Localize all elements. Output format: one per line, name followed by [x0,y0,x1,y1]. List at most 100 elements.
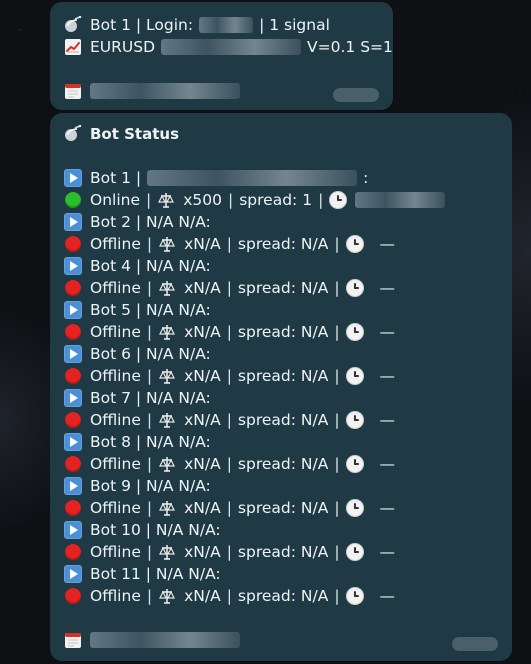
bot-row-status: Offline | xN/A | spread: N/A | — [64,409,395,431]
bot-label: Bot 2 | N/A N/A: [90,213,211,231]
leverage: xN/A [184,279,221,297]
separator: | [146,543,153,561]
bot-row-status: Offline | xN/A | spread: N/A | — [64,365,395,387]
separator: | [334,455,340,473]
separator: | [226,499,232,517]
separator: | [334,499,340,517]
bot-label: Bot 11 | N/A N/A: [90,565,221,583]
bot-status: Offline [90,499,141,517]
spread: spread: N/A [237,499,329,517]
bot-row-title: Bot 9 | N/A N/A: [64,475,211,497]
play-button-icon [64,169,82,187]
separator: | [226,235,232,253]
separator: | [146,367,153,385]
separator: | [226,543,232,561]
bot-row-title: Bot 10 | N/A N/A: [64,519,221,541]
bot-row-title: Bot 11 | N/A N/A: [64,563,221,585]
play-button-icon [64,433,82,451]
redacted-date [90,83,240,99]
bot-row-title: Bot 5 | N/A N/A: [64,299,211,321]
separator: | [226,279,232,297]
spread: spread: N/A [237,587,329,605]
red-circle-icon [64,367,82,385]
play-button-icon [64,389,82,407]
satellite-dish-icon [64,16,82,34]
time-value: — [379,587,396,605]
spread: spread: N/A [237,235,329,253]
play-button-icon [64,477,82,495]
separator: | [146,411,153,429]
play-button-icon [64,257,82,275]
bot-status: Offline [90,411,141,429]
chart-increasing-icon [64,38,82,56]
bot-status: Offline [90,235,141,253]
time-value: — [379,543,396,561]
bot-label: Bot 4 | N/A N/A: [90,257,211,275]
message-bubble-login[interactable]: Bot 1 | Login: | 1 signal EURUSD V=0.1 S… [50,2,393,110]
bot-row-status: Online | x500 | spread: 1 | [64,189,446,211]
bot-row-status: Offline | xN/A | spread: N/A | — [64,277,395,299]
separator: | [146,455,153,473]
bot-row-status: Offline | xN/A | spread: N/A | — [64,497,395,519]
login-prefix: Bot 1 | Login: [90,16,194,34]
message-bubble-bot-status[interactable]: Bot Status Bot 1 | : Online | x500 | spr… [50,113,512,661]
calendar-icon [64,82,82,100]
spread: spread: N/A [237,367,329,385]
bot-label: Bot 1 | [90,169,142,187]
balance-scale-icon [158,367,176,385]
spread: spread: N/A [237,455,329,473]
separator: | [334,587,340,605]
red-circle-icon [64,323,82,341]
leverage: xN/A [184,411,221,429]
separator: | [226,455,232,473]
redacted-login [199,17,254,33]
bot-row-status: Offline | xN/A | spread: N/A | — [64,453,395,475]
clock-icon [345,367,364,385]
volume-spread-params: V=0.1 S=1 [307,38,393,56]
bot-status: Offline [90,543,141,561]
leverage: xN/A [184,587,221,605]
bot-row-status: Offline | xN/A | spread: N/A | — [64,321,395,343]
red-circle-icon [64,235,82,253]
bot-status: Offline [90,279,141,297]
separator: | [146,235,153,253]
play-button-icon [64,301,82,319]
time-value: — [379,455,396,473]
leverage: xN/A [184,455,221,473]
red-circle-icon [64,543,82,561]
bot-row-title: Bot 4 | N/A N/A: [64,255,211,277]
play-button-icon [64,521,82,539]
separator: | [334,367,340,385]
spread: spread: N/A [237,279,329,297]
leverage: xN/A [184,543,221,561]
separator: | [226,411,232,429]
bot-label: Bot 7 | N/A N/A: [90,389,211,407]
separator: | [334,411,340,429]
clock-icon [329,191,348,209]
play-button-icon [64,345,82,363]
time-value: — [379,411,396,429]
red-circle-icon [64,279,82,297]
bot-status: Offline [90,587,141,605]
play-button-icon [64,213,82,231]
separator: | [146,323,153,341]
bot-label: Bot 6 | N/A N/A: [90,345,211,363]
balance-scale-icon [158,455,176,473]
bot-row-status: Offline | xN/A | spread: N/A | — [64,585,395,607]
bot-status-footer [64,629,240,651]
separator: | [226,323,232,341]
clock-icon [345,279,364,297]
message-line-date [64,80,240,102]
bot-label: Bot 10 | N/A N/A: [90,521,221,539]
bot-row-title: Bot 7 | N/A N/A: [64,387,211,409]
leverage: xN/A [184,499,221,517]
balance-scale-icon [157,191,175,209]
bot-label: Bot 5 | N/A N/A: [90,301,211,319]
leverage: xN/A [184,367,221,385]
message-time-redacted [333,88,379,102]
green-circle-icon [64,191,82,209]
spread: spread: N/A [237,323,329,341]
separator: | [226,587,232,605]
red-circle-icon [64,499,82,517]
bot-status: Offline [90,455,141,473]
